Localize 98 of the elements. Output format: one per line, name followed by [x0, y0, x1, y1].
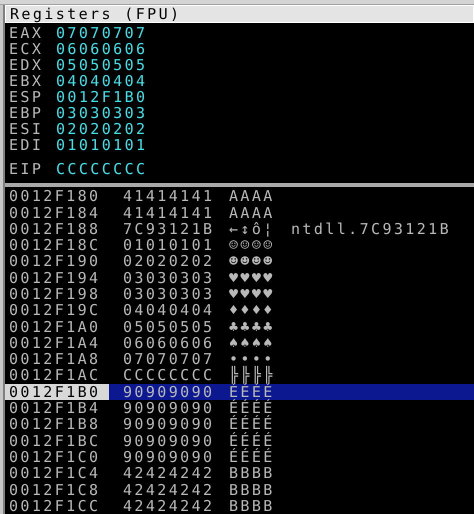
stack-row[interactable]: 0012F1A0 05050505 ♣♣♣♣ [5, 318, 474, 335]
panel-title: Registers (FPU) [10, 6, 182, 22]
stack-ascii: ╠╠╠╠ [229, 367, 276, 384]
stack-value: 90909090 [123, 448, 216, 465]
stack-row[interactable]: 0012F19C 04040404 ♦♦♦♦ [5, 302, 474, 318]
stack-value: 42424242 [123, 498, 216, 514]
stack-value: 01010101 [123, 237, 216, 254]
register-name: EBP [9, 105, 44, 122]
stack-address: 0012F1B8 [8, 416, 102, 432]
register-name: EDX [9, 57, 44, 74]
stack-row[interactable]: 0012F1AC CCCCCCCC ╠╠╠╠ [5, 367, 474, 384]
register-name: EBX [9, 73, 44, 90]
stack-row[interactable]: 0012F180 41414141 AAAA [5, 188, 474, 204]
stack-ascii: BBBB [229, 498, 276, 514]
stack-value: 04040404 [123, 302, 216, 318]
stack-row[interactable]: 0012F1B0 90909090 ÉÉÉÉ [5, 384, 474, 400]
stack-address: 0012F1A4 [8, 334, 102, 351]
stack-row[interactable]: 0012F190 02020202 ☻☻☻☻ [5, 253, 474, 270]
stack-address: 0012F194 [8, 270, 102, 286]
register-value: 03030303 [56, 105, 148, 122]
stack-value: CCCCCCCC [123, 367, 216, 384]
register-value: 04040404 [56, 73, 148, 90]
stack-row[interactable]: 0012F188 7C93121B ←↕ô¦ ntdll.7C93121B [5, 220, 474, 237]
stack-value: 41414141 [123, 204, 216, 220]
stack-ascii: ÉÉÉÉ [229, 400, 276, 416]
register-value: CCCCCCCC [56, 161, 148, 178]
stack-address: 0012F1B4 [8, 400, 102, 416]
register-value: 05050505 [56, 57, 148, 74]
register-value: 01010101 [56, 137, 148, 154]
stack-ascii: ÉÉÉÉ [229, 448, 276, 465]
stack-ascii: ☻☻☻☻ [229, 253, 276, 270]
stack-ascii: ☺☺☺☺ [229, 237, 276, 254]
stack-ascii: ÉÉÉÉ [229, 416, 276, 432]
stack-ascii: BBBB [229, 465, 276, 482]
stack-ascii: ♠♠♠♠ [229, 334, 276, 351]
register-value: 06060606 [56, 41, 148, 58]
stack-row[interactable]: 0012F1B4 90909090 ÉÉÉÉ [5, 400, 474, 416]
stack-address: 0012F19C [8, 302, 102, 318]
stack-address: 0012F1BC [8, 432, 102, 449]
stack-ascii: AAAA [229, 188, 276, 204]
stack-address: 0012F1C4 [8, 465, 102, 482]
stack-row[interactable]: 0012F1BC 90909090 ÉÉÉÉ [5, 432, 474, 449]
stack-value: 03030303 [123, 286, 216, 302]
stack-address: 0012F180 [8, 188, 102, 204]
stack-value: 07070707 [123, 351, 216, 368]
register-name: ESI [9, 121, 44, 138]
register-name: EDI [9, 137, 44, 154]
register-name: ESP [9, 89, 44, 106]
register-value: 0012F1B0 [56, 89, 148, 106]
stack-value: 42424242 [123, 465, 216, 482]
stack-ascii: AAAA [229, 204, 276, 220]
stack-comment: ntdll.7C93121B [291, 220, 452, 237]
stack-value: 90909090 [123, 400, 216, 416]
stack-row[interactable]: 0012F1C0 90909090 ÉÉÉÉ [5, 448, 474, 466]
register-name: EAX [9, 25, 44, 42]
stack-address: 0012F1B0 [5, 384, 109, 400]
register-name: ECX [9, 41, 44, 58]
stack-row[interactable]: 0012F1C4 42424242 BBBB [5, 465, 474, 482]
stack-value: 02020202 [123, 253, 216, 270]
stack-address: 0012F18C [8, 237, 102, 254]
stack-value: 90909090 [123, 384, 216, 400]
stack-ascii: ♥♥♥♥ [229, 286, 276, 302]
stack-ascii: ←↕ô¦ [229, 220, 276, 237]
stack-value: 7C93121B [123, 220, 216, 237]
stack-address: 0012F1C8 [8, 482, 102, 498]
stack-row[interactable]: 0012F198 03030303 ♥♥♥♥ [5, 286, 474, 302]
stack-address: 0012F184 [8, 204, 102, 220]
stack-row[interactable]: 0012F194 03030303 ♥♥♥♥ [5, 270, 474, 286]
stack-ascii: ♣♣♣♣ [229, 318, 276, 335]
stack-address: 0012F1CC [8, 498, 102, 514]
stack-row[interactable]: 0012F1B8 90909090 ÉÉÉÉ [5, 416, 474, 433]
stack-ascii: ♥♥♥♥ [229, 270, 276, 286]
stack-address: 0012F190 [8, 253, 102, 270]
stack-address: 0012F198 [8, 286, 102, 302]
stack-row[interactable]: 0012F184 41414141 AAAA [5, 204, 474, 221]
stack-row[interactable]: 0012F18C 01010101 ☺☺☺☺ [5, 236, 474, 254]
stack-ascii: BBBB [229, 482, 276, 498]
stack-address: 0012F1A8 [8, 351, 102, 368]
stack-address: 0012F188 [8, 220, 102, 237]
stack-row[interactable]: 0012F1CC 42424242 BBBB [5, 498, 474, 514]
register-value: 02020202 [56, 121, 148, 138]
stack-value: 03030303 [123, 270, 216, 286]
stack-value: 42424242 [123, 482, 216, 498]
stack-ascii: ÉÉÉÉ [229, 432, 276, 449]
stack-row[interactable]: 0012F1A4 06060606 ♠♠♠♠ [5, 334, 474, 352]
stack-ascii: ♦♦♦♦ [229, 302, 276, 318]
stack-row[interactable]: 0012F1C8 42424242 BBBB [5, 481, 474, 498]
stack-value: 90909090 [123, 416, 216, 432]
register-name: EIP [9, 161, 44, 178]
stack-ascii: ÉÉÉÉ [229, 384, 276, 400]
stack-value: 41414141 [123, 188, 216, 204]
stack-value: 90909090 [123, 432, 216, 449]
stack-address: 0012F1A0 [8, 318, 102, 335]
stack-value: 06060606 [123, 334, 216, 351]
stack-value: 05050505 [123, 318, 216, 335]
stack-address: 0012F1C0 [8, 448, 102, 465]
register-value: 07070707 [56, 25, 148, 42]
stack-address: 0012F1AC [8, 367, 102, 384]
